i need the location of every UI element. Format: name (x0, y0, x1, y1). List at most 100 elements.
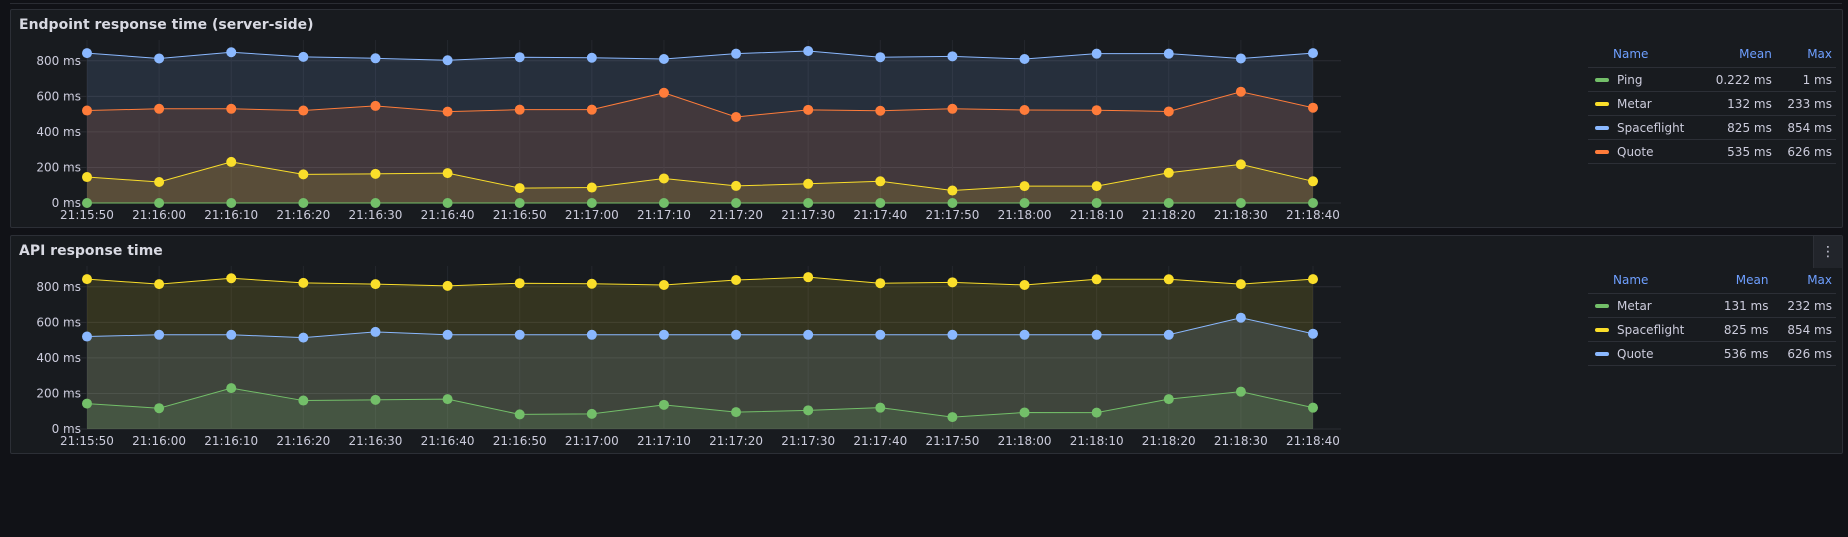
x-tick-label: 21:15:50 (60, 434, 114, 448)
data-point-metar (442, 394, 453, 405)
data-point-ping (226, 198, 237, 208)
data-point-spaceflight (82, 48, 92, 59)
y-tick-label: 800 ms (36, 280, 81, 294)
data-point-spaceflight (154, 53, 165, 64)
x-tick-label: 21:17:40 (853, 434, 907, 448)
data-point-metar (1019, 181, 1030, 192)
x-tick-label: 21:16:10 (204, 434, 258, 448)
x-tick-label: 21:18:10 (1070, 208, 1124, 222)
legend-series-name: Spaceflight (1617, 322, 1685, 337)
data-point-metar (658, 173, 669, 184)
legend: Name Mean Max Metar 131 ms 232 ms Spacef… (1588, 271, 1836, 366)
legend-header-name[interactable]: Name (1588, 45, 1703, 68)
legend-mean-value: 535 ms (1702, 139, 1776, 164)
data-point-metar (154, 403, 165, 414)
data-point-spaceflight (226, 273, 237, 284)
legend-mean-value: 132 ms (1702, 91, 1776, 116)
data-point-ping (1091, 198, 1102, 208)
data-point-spaceflight (731, 48, 742, 59)
data-point-quote (298, 105, 309, 116)
data-point-metar (1308, 176, 1318, 187)
endpoint-response-time-chart[interactable]: 0 ms200 ms400 ms600 ms800 ms21:15:50 21:1… (11, 10, 1581, 229)
legend-header-mean[interactable]: Mean (1703, 45, 1776, 68)
legend-header-mean[interactable]: Mean (1709, 271, 1772, 294)
data-point-spaceflight (875, 52, 886, 63)
data-point-spaceflight (1308, 48, 1318, 59)
legend-header-name[interactable]: Name (1588, 271, 1709, 294)
legend-row-spaceflight[interactable]: Spaceflight 825 ms 854 ms (1588, 115, 1836, 140)
data-point-spaceflight (731, 275, 742, 286)
data-point-quote (1091, 105, 1102, 116)
data-point-ping (875, 198, 886, 208)
data-point-metar (1163, 394, 1174, 405)
data-point-spaceflight (1091, 274, 1102, 285)
x-tick-label: 21:16:00 (132, 434, 186, 448)
legend-row-ping[interactable]: Ping 0.222 ms 1 ms (1588, 67, 1836, 92)
legend-series-name: Quote (1617, 346, 1654, 361)
data-point-quote (1235, 86, 1246, 97)
data-point-metar (947, 185, 958, 196)
series-color-swatch (1595, 304, 1609, 308)
data-point-ping (658, 198, 669, 208)
legend-row-metar[interactable]: Metar 132 ms 233 ms (1588, 91, 1836, 116)
data-point-ping (803, 198, 814, 208)
data-point-quote (1235, 312, 1246, 323)
legend-row-quote[interactable]: Quote 535 ms 626 ms (1588, 139, 1836, 164)
api-response-time-chart[interactable]: 0 ms200 ms400 ms600 ms800 ms21:15:50 21:1… (11, 236, 1581, 455)
x-tick-label: 21:17:50 (925, 208, 979, 222)
legend-max-value: 1 ms (1775, 67, 1836, 92)
data-point-spaceflight (803, 46, 814, 56)
x-tick-label: 21:17:50 (925, 434, 979, 448)
data-point-quote (875, 329, 886, 340)
data-point-ping (1163, 198, 1174, 208)
legend-header-max[interactable]: Max (1776, 45, 1836, 68)
data-point-quote (1163, 106, 1174, 117)
data-point-ping (370, 198, 381, 208)
data-point-quote (1091, 329, 1102, 340)
data-point-spaceflight (370, 279, 381, 290)
legend-row-metar[interactable]: Metar 131 ms 232 ms (1588, 293, 1836, 318)
data-point-spaceflight (875, 278, 886, 289)
data-point-ping (1308, 198, 1318, 208)
x-tick-label: 21:16:30 (349, 434, 403, 448)
data-point-quote (82, 105, 92, 116)
y-tick-label: 600 ms (36, 89, 81, 103)
data-point-metar (370, 168, 381, 179)
data-point-spaceflight (82, 274, 92, 285)
legend-series-name: Metar (1617, 96, 1652, 111)
data-point-quote (442, 106, 453, 117)
data-point-spaceflight (586, 278, 597, 289)
y-tick-label: 600 ms (36, 315, 81, 329)
data-point-metar (803, 178, 814, 189)
data-point-quote (658, 329, 669, 340)
legend-row-quote[interactable]: Quote 536 ms 626 ms (1588, 341, 1836, 366)
data-point-metar (1163, 167, 1174, 178)
x-tick-label: 21:18:00 (998, 208, 1052, 222)
y-tick-label: 200 ms (36, 160, 81, 174)
data-point-spaceflight (1163, 274, 1174, 285)
legend-row-spaceflight[interactable]: Spaceflight 825 ms 854 ms (1588, 317, 1836, 342)
data-point-ping (82, 198, 92, 208)
series-color-swatch (1595, 78, 1609, 82)
data-point-metar (82, 172, 92, 183)
data-point-metar (514, 409, 525, 420)
data-point-quote (875, 105, 886, 116)
data-point-spaceflight (1235, 53, 1246, 64)
legend-header-max[interactable]: Max (1772, 271, 1836, 294)
panel-menu-icon[interactable]: ⋮ (1813, 236, 1842, 268)
data-point-spaceflight (514, 52, 525, 63)
y-tick-label: 200 ms (36, 386, 81, 400)
data-point-ping (731, 198, 742, 208)
data-point-metar (370, 394, 381, 405)
data-point-spaceflight (442, 55, 453, 66)
series-color-swatch (1595, 126, 1609, 130)
legend-mean-value: 131 ms (1709, 293, 1773, 318)
data-point-metar (586, 408, 597, 419)
y-tick-label: 800 ms (36, 54, 81, 68)
data-point-spaceflight (803, 272, 814, 283)
data-point-spaceflight (298, 277, 309, 288)
data-point-spaceflight (1163, 48, 1174, 59)
series-color-swatch (1595, 352, 1609, 356)
x-tick-label: 21:16:30 (349, 208, 403, 222)
data-point-quote (514, 329, 525, 340)
